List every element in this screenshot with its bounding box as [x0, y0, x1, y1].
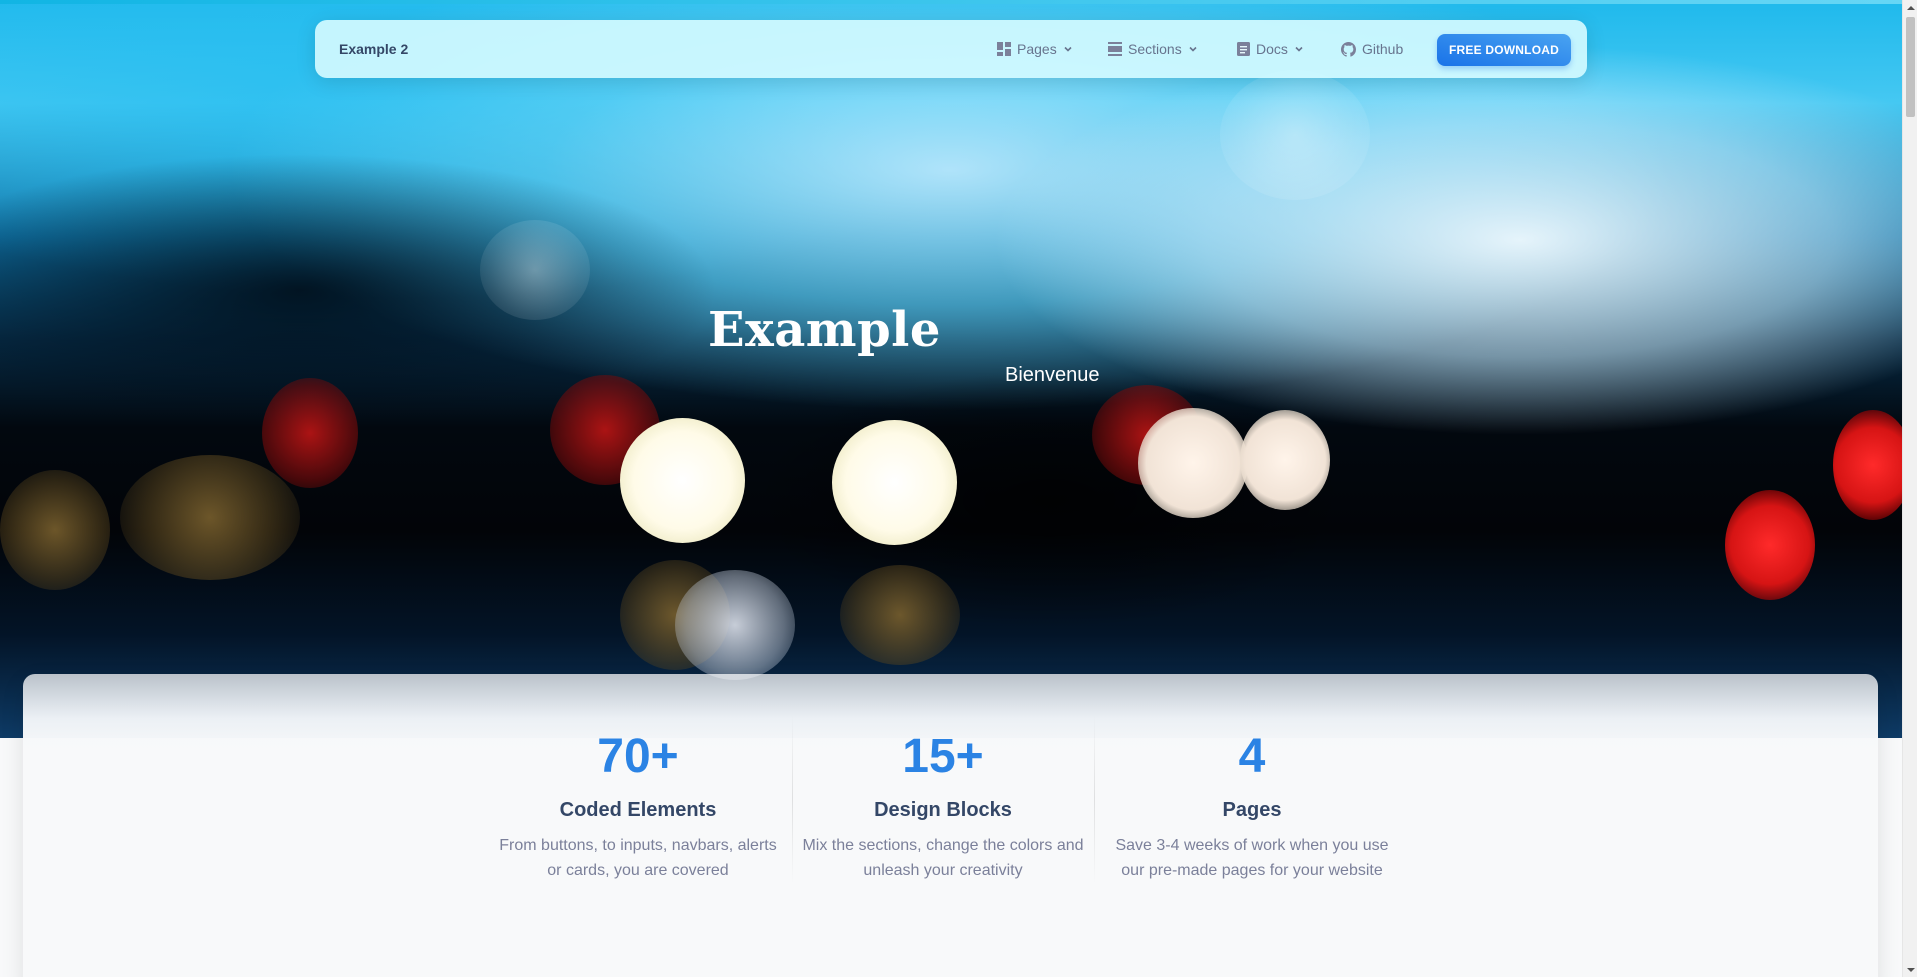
- stat-number: 4: [1238, 730, 1266, 783]
- nav-docs-dropdown[interactable]: Docs: [1237, 40, 1304, 58]
- stat-block: 15+ Design Blocks Mix the sections, chan…: [792, 729, 1094, 883]
- scroll-up-arrow-icon[interactable]: [1903, 0, 1917, 15]
- stat-description: Mix the sections, change the colors and …: [802, 837, 1084, 879]
- bokeh-light: [1725, 490, 1815, 600]
- bokeh-light: [480, 220, 590, 320]
- vertical-scrollbar[interactable]: [1902, 0, 1917, 977]
- nav-sections-dropdown[interactable]: Sections: [1108, 40, 1198, 58]
- bokeh-light: [0, 470, 110, 590]
- scroll-down-arrow-icon[interactable]: [1903, 962, 1917, 977]
- chevron-down-icon: [1294, 44, 1304, 54]
- stat-block: 70+ Coded Elements From buttons, to inpu…: [483, 729, 793, 883]
- bokeh-light: [1220, 70, 1370, 200]
- nav-sections-label: Sections: [1128, 41, 1182, 57]
- hero-section: Example Bienvenue: [0, 0, 1902, 738]
- nav-pages-dropdown[interactable]: Pages: [997, 40, 1073, 58]
- bokeh-light: [620, 418, 745, 543]
- hero-title: Example: [708, 302, 941, 358]
- stat-title: Design Blocks: [874, 799, 1012, 821]
- bokeh-light: [675, 570, 795, 680]
- top-accent-strip: [0, 0, 1902, 4]
- nav-github-label: Github: [1362, 41, 1404, 57]
- stats-card: 70+ Coded Elements From buttons, to inpu…: [23, 674, 1878, 977]
- view-day-icon: [1108, 42, 1122, 56]
- free-download-button[interactable]: FREE DOWNLOAD: [1437, 34, 1571, 66]
- chevron-down-icon: [1188, 44, 1198, 54]
- stat-description: From buttons, to inputs, navbars, alerts…: [499, 837, 777, 879]
- brand-link[interactable]: Example 2: [339, 41, 408, 57]
- nav-pages-label: Pages: [1017, 41, 1057, 57]
- bokeh-light: [1138, 408, 1248, 518]
- chevron-down-icon: [1063, 44, 1073, 54]
- bokeh-light: [832, 420, 957, 545]
- bokeh-light: [1240, 410, 1330, 510]
- stat-number: 15+: [902, 730, 984, 783]
- stat-title: Pages: [1222, 799, 1282, 821]
- stat-number: 70+: [597, 730, 679, 783]
- github-icon: [1341, 41, 1356, 57]
- scrollbar-thumb[interactable]: [1906, 17, 1915, 117]
- navbar: Example 2 Pages Sections Docs Github FRE…: [315, 20, 1587, 78]
- nav-github-link[interactable]: Github: [1341, 40, 1403, 58]
- nav-docs-label: Docs: [1256, 41, 1288, 57]
- bokeh-light: [262, 378, 358, 488]
- bokeh-light: [840, 565, 960, 665]
- stat-description: Save 3-4 weeks of work when you use our …: [1115, 837, 1389, 879]
- article-icon: [1237, 42, 1250, 56]
- stat-block: 4 Pages Save 3-4 weeks of work when you …: [1094, 729, 1410, 883]
- hero-subtitle: Bienvenue: [1005, 364, 1100, 386]
- dashboard-icon: [997, 42, 1011, 56]
- stat-title: Coded Elements: [559, 799, 717, 821]
- bokeh-light: [120, 455, 300, 580]
